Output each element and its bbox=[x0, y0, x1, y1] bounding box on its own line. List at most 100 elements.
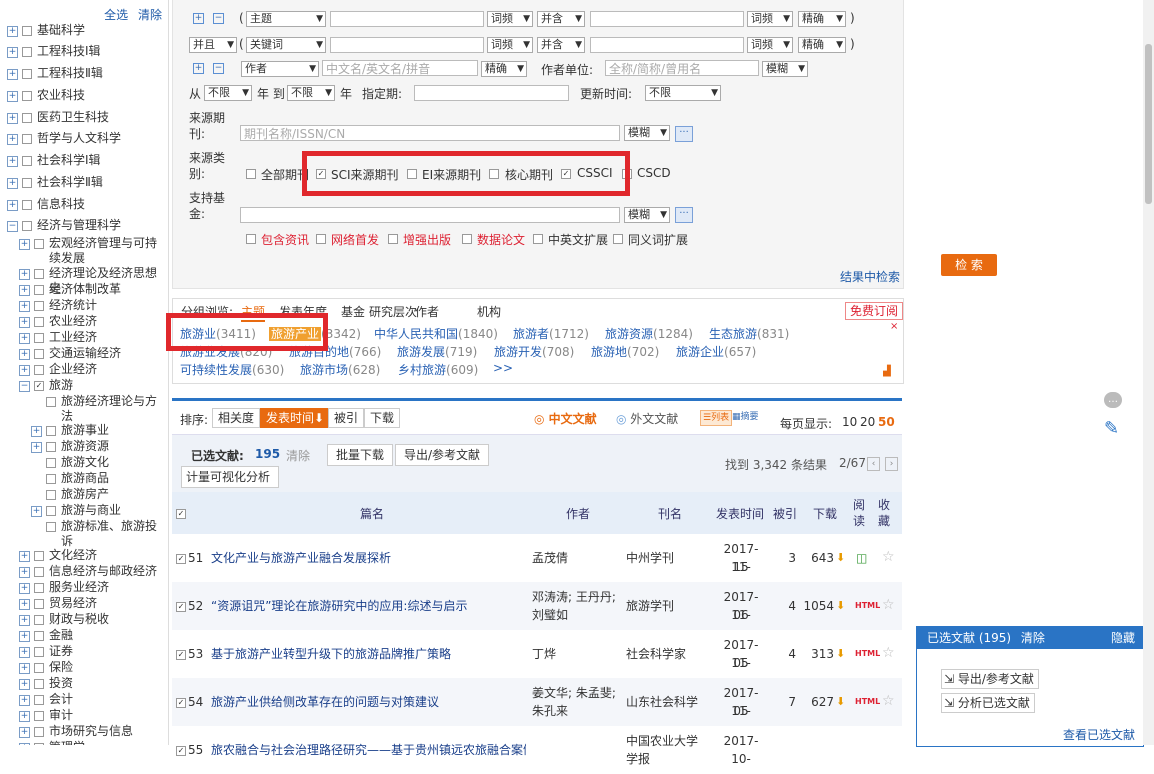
tree-checkbox[interactable] bbox=[22, 91, 32, 101]
tree-checkbox[interactable] bbox=[34, 663, 44, 673]
tree-checkbox[interactable] bbox=[46, 490, 56, 500]
row-checkbox[interactable]: ✓ bbox=[176, 746, 186, 756]
tree-checkbox[interactable] bbox=[22, 69, 32, 79]
expand-icon[interactable]: + bbox=[19, 349, 30, 360]
source-input[interactable]: 期刊名称/ISSN/CN bbox=[240, 125, 620, 141]
column-header[interactable]: 下载 bbox=[804, 505, 846, 522]
tree-checkbox[interactable] bbox=[34, 269, 44, 279]
group-tab[interactable]: 基金 bbox=[341, 303, 365, 320]
tree-checkbox[interactable] bbox=[46, 474, 56, 484]
group-link[interactable]: 乡村旅游(609) bbox=[398, 361, 478, 378]
group-link[interactable]: 旅游地(702) bbox=[591, 343, 659, 360]
list-view-toggle[interactable]: ☰列表 bbox=[700, 410, 733, 426]
tree-item[interactable]: + 工程科技Ⅱ辑 bbox=[7, 66, 164, 81]
scrollbar[interactable] bbox=[1143, 0, 1154, 745]
selected-panel-hide[interactable]: 隐藏 bbox=[1111, 627, 1135, 649]
tree-checkbox[interactable] bbox=[22, 113, 32, 123]
expand-icon[interactable]: + bbox=[7, 26, 18, 37]
tree-item[interactable]: + 社会科学Ⅱ辑 bbox=[7, 175, 164, 190]
row-title[interactable]: 旅农融合与社会治理路径研究——基于贵州镇远农旅融合案例 bbox=[211, 741, 526, 759]
author-match-select[interactable]: 精确 bbox=[481, 61, 527, 77]
group-link[interactable]: 中华人民共和国(1840) bbox=[374, 325, 498, 342]
tree-checkbox[interactable] bbox=[46, 522, 56, 532]
tree-item[interactable]: + 农业科技 bbox=[7, 88, 164, 103]
batch-download-button[interactable]: 批量下载 bbox=[327, 444, 394, 466]
option-checkbox[interactable] bbox=[533, 234, 543, 244]
freq-select-3[interactable]: 词频 bbox=[487, 37, 533, 53]
row-journal[interactable]: 中国农业大学学报 bbox=[626, 732, 708, 768]
favorite-star-icon[interactable]: ☆ bbox=[882, 596, 895, 614]
column-header[interactable]: 作者 bbox=[552, 505, 604, 522]
freq-select-2[interactable]: 词频 bbox=[747, 11, 793, 27]
tree-item[interactable]: + 企业经济 bbox=[19, 362, 164, 377]
remove-row-icon[interactable]: − bbox=[213, 13, 224, 24]
tree-checkbox[interactable] bbox=[22, 200, 32, 210]
tree-item[interactable]: + 会计 bbox=[19, 692, 164, 707]
fund-more-button[interactable]: ··· bbox=[675, 207, 693, 223]
expand-icon[interactable]: + bbox=[31, 442, 42, 453]
tree-item[interactable]: + 保险 bbox=[19, 660, 164, 675]
tree-checkbox[interactable] bbox=[34, 631, 44, 641]
column-header[interactable]: 收藏 bbox=[877, 497, 891, 529]
sort-option[interactable]: 相关度 bbox=[212, 408, 261, 428]
row-author[interactable]: 姜文华; 朱孟斐; 朱孔来 bbox=[532, 684, 620, 720]
add-row-icon[interactable]: + bbox=[193, 13, 204, 24]
tree-item[interactable]: +管理学 bbox=[19, 740, 164, 745]
read-book-icon[interactable]: ◫ bbox=[856, 549, 867, 567]
expand-icon[interactable]: + bbox=[19, 631, 30, 642]
collapse-icon[interactable]: − bbox=[19, 381, 30, 392]
tree-checkbox[interactable] bbox=[34, 583, 44, 593]
fund-match-select[interactable]: 模糊 bbox=[624, 207, 670, 223]
expand-icon[interactable]: + bbox=[19, 583, 30, 594]
option-checkbox[interactable] bbox=[246, 234, 256, 244]
tree-checkbox[interactable] bbox=[22, 26, 32, 36]
update-select[interactable]: 不限 bbox=[645, 85, 721, 101]
column-header[interactable]: 阅读 bbox=[852, 497, 866, 529]
expand-icon[interactable]: + bbox=[19, 551, 30, 562]
expand-icon[interactable]: + bbox=[19, 239, 30, 250]
tree-item[interactable]: + 宏观经济管理与可持续发展 bbox=[19, 236, 164, 266]
tree-item[interactable]: + 贸易经济 bbox=[19, 596, 164, 611]
expand-icon[interactable]: + bbox=[19, 679, 30, 690]
source-match-select[interactable]: 模糊 bbox=[624, 125, 670, 141]
close-icon[interactable]: × bbox=[890, 321, 898, 332]
option-checkbox[interactable] bbox=[388, 234, 398, 244]
group-link[interactable]: 可持续性发展(630) bbox=[180, 361, 284, 378]
abstract-view-toggle[interactable]: ▦摘要 bbox=[732, 410, 759, 424]
favorite-star-icon[interactable]: ☆ bbox=[882, 644, 895, 662]
remove-author-icon[interactable]: − bbox=[213, 63, 224, 74]
select-all-checkbox[interactable]: ✓ bbox=[176, 509, 186, 519]
expand-icon[interactable]: + bbox=[19, 301, 30, 312]
selected-panel-clear[interactable]: 清除 bbox=[1021, 631, 1045, 645]
author-input[interactable]: 中文名/英文名/拼音 bbox=[322, 60, 478, 76]
group-link[interactable]: 旅游开发(708) bbox=[494, 343, 574, 360]
expand-icon[interactable]: + bbox=[19, 567, 30, 578]
view-selected-link[interactable]: 查看已选文献 bbox=[1063, 726, 1135, 743]
year-to-select[interactable]: 不限 bbox=[287, 85, 335, 101]
row-checkbox[interactable]: ✓ bbox=[176, 698, 186, 708]
download-icon[interactable]: ⬇ bbox=[836, 645, 845, 663]
source-more-button[interactable]: ··· bbox=[675, 126, 693, 142]
tree-item[interactable]: + 旅游事业 bbox=[31, 423, 164, 438]
tree-checkbox[interactable] bbox=[34, 567, 44, 577]
and-select-2[interactable]: 并含 bbox=[537, 37, 585, 53]
term-input-1[interactable] bbox=[330, 11, 484, 27]
tree-item[interactable]: 旅游文化 bbox=[31, 455, 164, 470]
row-author[interactable]: 孟茂倩 bbox=[532, 549, 620, 567]
expand-icon[interactable]: + bbox=[7, 178, 18, 189]
foreign-docs-tab[interactable]: ◎ 外文文献 bbox=[616, 410, 678, 427]
tree-item[interactable]: + 农业经济 bbox=[19, 314, 164, 329]
per-page-10[interactable]: 10 bbox=[842, 415, 857, 429]
field-select-1[interactable]: 主题 bbox=[246, 11, 326, 27]
expand-icon[interactable]: + bbox=[7, 134, 18, 145]
row-author[interactable]: 邓涛涛; 王丹丹; 刘璧如 bbox=[532, 588, 620, 624]
freq-select-1[interactable]: 词频 bbox=[487, 11, 533, 27]
expand-icon[interactable]: + bbox=[7, 200, 18, 211]
panel-analyze-button[interactable]: ⇲ 分析已选文献 bbox=[941, 693, 1035, 713]
org-match-select[interactable]: 模糊 bbox=[762, 61, 808, 77]
row-title[interactable]: 文化产业与旅游产业融合发展探析 bbox=[211, 549, 526, 567]
freq-select-4[interactable]: 词频 bbox=[747, 37, 793, 53]
and-select-1[interactable]: 并含 bbox=[537, 11, 585, 27]
tree-item[interactable]: + 金融 bbox=[19, 628, 164, 643]
feedback-icon[interactable]: … bbox=[1104, 392, 1122, 408]
